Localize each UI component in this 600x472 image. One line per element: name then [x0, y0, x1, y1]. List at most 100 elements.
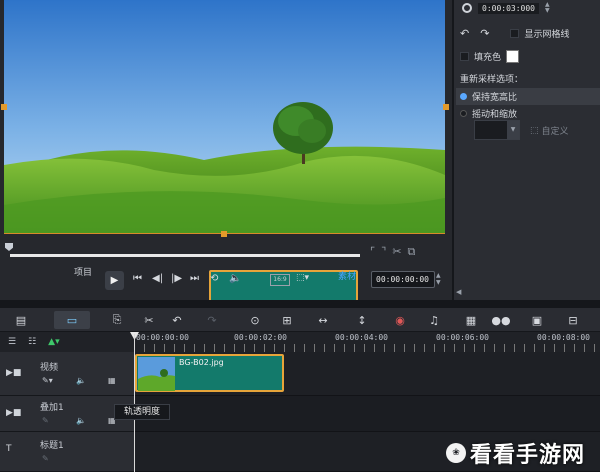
crop-scale-option[interactable]: 摇动和缩放 — [460, 107, 517, 120]
ruler-ticks — [134, 344, 600, 352]
custom-icon: ⬚ — [530, 125, 539, 136]
overlay-track-label: 叠加1 — [40, 403, 64, 413]
play-button[interactable]: ▶ — [105, 271, 124, 290]
duration-spinner[interactable]: ▲ ▼ — [545, 2, 550, 14]
pan-zoom-preset-select[interactable]: ▼ — [474, 120, 520, 140]
chevron-down-icon: ▼ — [507, 121, 519, 139]
trim-icon[interactable]: ↔ — [312, 311, 334, 329]
track-manager-icon[interactable]: ☰ — [8, 337, 16, 347]
redo-icon[interactable]: ↷ — [201, 311, 223, 329]
show-grid-label: 显示网格线 — [524, 30, 570, 40]
go-to-start-icon[interactable]: ⏮ — [133, 273, 142, 284]
title-track-icon: T — [6, 444, 12, 454]
title-edit-icon[interactable]: ✎ — [42, 454, 49, 463]
crop-scale-label: 摇动和缩放 — [472, 110, 518, 120]
crop-scale-radio[interactable] — [460, 110, 467, 117]
ruler-label: 00:00:02:00 — [234, 333, 287, 342]
video-clip[interactable]: BG-B02.jpg — [135, 354, 284, 392]
snapshot-icon[interactable]: ⧉ — [408, 245, 416, 259]
timecode-spinner[interactable]: ▲ ▼ — [436, 272, 441, 286]
ripple-icon[interactable]: ▦ — [108, 376, 116, 385]
repeat-icon[interactable]: ⟲ — [210, 273, 218, 284]
link-icon[interactable]: ✎▾ — [42, 376, 53, 385]
custom-label: 自定义 — [541, 127, 569, 137]
edit-icon[interactable]: ✎ — [42, 416, 49, 425]
watermark-text: 看看手游网 — [470, 443, 586, 468]
timeline-view-icon[interactable]: ▭ — [54, 311, 90, 329]
playback-controls: 项目 素材 ▶ ⏮ ◀| |▶ ⏭ ⟲ 🔈 16:9 ⬚▾ 00:00:00:0… — [0, 268, 452, 308]
show-grid-checkbox[interactable] — [510, 29, 520, 38]
crop-handle-left[interactable] — [1, 104, 7, 110]
video-track-header[interactable]: ▶■ 视频 ✎▾ 🔈 ▦ — [0, 352, 134, 396]
fit-screen-icon[interactable]: ⬚▾ — [296, 273, 309, 283]
chapter-list-icon[interactable]: ☷ — [28, 337, 36, 347]
storyboard-view-icon[interactable]: ▤ — [10, 311, 32, 329]
rotate-right-icon[interactable]: ↷ — [480, 27, 489, 40]
ruler-label: 00:00:06:00 — [436, 333, 489, 342]
subtitle-icon[interactable]: ▣ — [526, 311, 548, 329]
mute-icon[interactable]: 🔈 — [76, 376, 86, 385]
undo-icon[interactable]: ↶ — [166, 311, 188, 329]
split-clip-icon[interactable]: ✂ — [392, 245, 401, 259]
add-marker-icon[interactable]: ▲▾ — [48, 337, 59, 347]
play-icon: ▶ — [110, 275, 119, 286]
playback-mode-labels: 项目 素材 — [74, 268, 358, 308]
video-track-icon: ▶■ — [6, 368, 22, 378]
keep-aspect-radio[interactable] — [460, 93, 467, 100]
title-track-header[interactable]: T 标题1 ✎ — [0, 432, 134, 472]
overlay-track-lane[interactable] — [134, 396, 600, 432]
crop-handle-bottom[interactable] — [221, 231, 227, 237]
auto-music-icon[interactable]: ◉ — [389, 311, 411, 329]
video-track-lane[interactable]: BG-B02.jpg — [134, 352, 600, 396]
watermark: ❀ 看看手游网 — [446, 434, 600, 472]
timeline-ruler[interactable]: ☰ ☷ ▲▾ 00:00:00:00 00:00:02:00 00:00:04:… — [0, 332, 600, 352]
duration-row: 0:00:03:000 ▲ ▼ — [462, 2, 550, 14]
scrub-track[interactable] — [10, 254, 360, 257]
preview-canvas[interactable] — [4, 0, 445, 234]
splitter[interactable] — [0, 300, 600, 308]
keep-aspect-label: 保持宽高比 — [472, 93, 518, 103]
fill-color-row: 填充色 — [460, 50, 520, 63]
fill-color-label: 填充色 — [474, 53, 502, 63]
ruler-label: 00:00:04:00 — [335, 333, 388, 342]
preview-timecode[interactable]: 00:00:00:00 — [371, 271, 435, 288]
record-capture-icon[interactable]: ⊙ — [244, 311, 266, 329]
crop-handle-right[interactable] — [443, 104, 449, 110]
overlay-track-icon: ▶■ — [6, 408, 22, 418]
overlay-mute-icon[interactable]: 🔈 — [76, 416, 86, 425]
tooltip: 轨透明度 — [114, 404, 170, 420]
split-icon[interactable]: ↕ — [351, 311, 373, 329]
layout-icon[interactable]: ⊟ — [562, 311, 584, 329]
duration-timecode[interactable]: 0:00:03:000 — [478, 2, 539, 14]
audio-mixer-icon[interactable]: ♫ — [423, 311, 445, 329]
fill-color-checkbox[interactable] — [460, 52, 469, 61]
video-track-label: 视频 — [40, 363, 59, 373]
mark-out-icon[interactable]: ⌝ — [381, 245, 386, 259]
paste-icon[interactable]: ⎘ — [106, 311, 128, 329]
collapse-panel-icon[interactable]: ◀ — [456, 288, 461, 296]
tools-icon[interactable]: ✂ — [138, 311, 160, 329]
clip-thumbnail — [138, 357, 175, 391]
previous-frame-icon[interactable]: ◀| — [152, 273, 163, 284]
fill-color-swatch[interactable] — [506, 50, 520, 63]
fit-project-icon[interactable]: ⊞ — [276, 311, 298, 329]
mode-project[interactable]: 项目 — [74, 268, 92, 279]
ruler-left-controls: ☰ ☷ ▲▾ — [0, 332, 134, 352]
scrubber-handle[interactable] — [5, 243, 13, 251]
resample-title: 重新采样选项： — [460, 75, 524, 85]
keep-aspect-option[interactable]: 保持宽高比 — [456, 88, 600, 105]
go-to-end-icon[interactable]: ⏭ — [190, 273, 199, 284]
mark-in-icon[interactable]: ⌜ — [370, 245, 375, 259]
timeline-toolbar: ▤ ▭ ⎘ ✂ ↶ ↷ ⊙ ⊞ ↔ ↕ ◉ ♫ ▦ ●● ▣ ⊟ — [0, 308, 600, 332]
ruler-label: 00:00:00:00 — [136, 333, 189, 342]
rotate-grid-row: ↶ ↷ 显示网格线 — [460, 27, 569, 40]
volume-icon[interactable]: 🔈 — [229, 273, 241, 284]
options-panel: 0:00:03:000 ▲ ▼ ↶ ↷ 显示网格线 填充色 重新采样选项： 保持宽… — [452, 0, 600, 300]
aspect-ratio-button[interactable]: 16:9 — [270, 274, 290, 286]
custom-button[interactable]: ⬚ 自定义 — [530, 124, 569, 138]
rotate-left-icon[interactable]: ↶ — [460, 27, 469, 40]
multi-camera-icon[interactable]: ▦ — [460, 311, 482, 329]
mask-icon[interactable]: ●● — [490, 311, 512, 329]
next-frame-icon[interactable]: |▶ — [171, 273, 182, 284]
preview-image — [4, 0, 445, 233]
